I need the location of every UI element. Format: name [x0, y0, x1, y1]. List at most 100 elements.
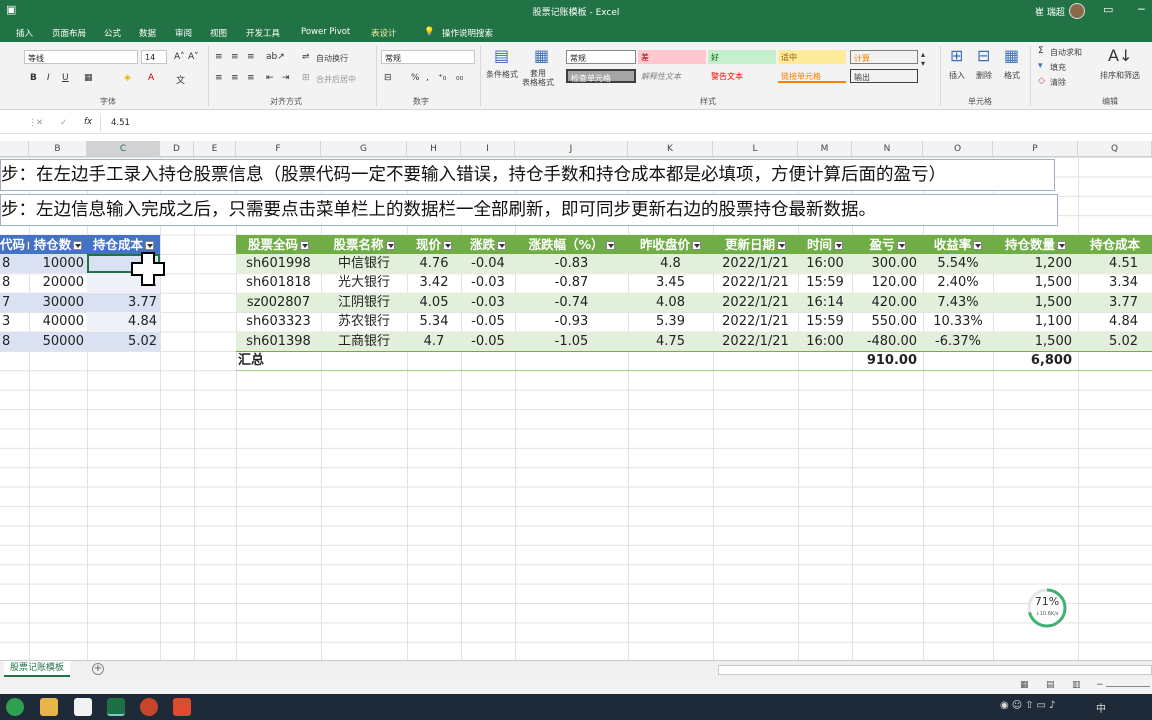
table-cell[interactable]: 40000: [29, 312, 87, 331]
table-cell[interactable]: 1,200: [993, 254, 1078, 273]
header-prev-close[interactable]: 昨收盘价: [628, 235, 713, 254]
table-cell[interactable]: 2022/1/21: [713, 273, 798, 292]
table-cell[interactable]: 8: [0, 254, 29, 273]
table-cell[interactable]: sh601398: [236, 332, 321, 351]
insert-function-icon[interactable]: fx: [84, 117, 92, 127]
header-update-date[interactable]: 更新日期: [713, 235, 798, 254]
table-cell[interactable]: 1,100: [993, 312, 1078, 331]
column-header-a[interactable]: [0, 141, 29, 157]
align-center-icon[interactable]: ≡: [231, 73, 239, 83]
tab-formulas[interactable]: 公式: [104, 27, 121, 39]
table-cell[interactable]: 3.77: [87, 293, 160, 312]
sort-filter-icon[interactable]: A↓: [1108, 46, 1132, 65]
indent-decrease-icon[interactable]: ⇤: [266, 73, 274, 83]
table-cell[interactable]: 4.84: [87, 312, 160, 331]
filter-dropdown-icon[interactable]: [443, 241, 452, 250]
ribbon-display-icon[interactable]: ▭: [1103, 3, 1113, 16]
font-name-select[interactable]: 等线: [24, 50, 138, 64]
style-good[interactable]: 好: [708, 50, 776, 64]
filter-dropdown-icon[interactable]: [605, 241, 615, 250]
number-format-select[interactable]: 常规: [381, 50, 475, 64]
autosum-icon[interactable]: Σ: [1038, 46, 1044, 56]
table-cell[interactable]: 550.00: [852, 312, 923, 331]
style-warning[interactable]: 警告文本: [708, 69, 776, 83]
header-change[interactable]: 涨跌: [461, 235, 515, 254]
table-cell[interactable]: 120.00: [852, 273, 923, 292]
system-tray-icons[interactable]: ◉☺⇧▭♪: [1000, 700, 1058, 711]
style-bad[interactable]: 差: [638, 50, 706, 64]
table-format-label[interactable]: 套用 表格格式: [522, 69, 554, 87]
table-cell[interactable]: 5.02: [1078, 332, 1152, 351]
fill-icon[interactable]: ▾: [1038, 61, 1043, 71]
table-cell[interactable]: 2022/1/21: [713, 254, 798, 273]
column-header-i[interactable]: I: [461, 141, 515, 157]
conditional-format-icon[interactable]: ▤: [494, 46, 509, 65]
column-header-g[interactable]: G: [321, 141, 407, 157]
table-cell[interactable]: 4.75: [628, 332, 713, 351]
start-icon[interactable]: [6, 698, 24, 716]
ime-icon[interactable]: 中: [1096, 700, 1106, 715]
orientation-icon[interactable]: ab↗: [266, 52, 285, 62]
table-cell[interactable]: 工商银行: [321, 332, 407, 351]
bold-icon[interactable]: B: [30, 73, 37, 83]
table-cell[interactable]: -0.93: [515, 312, 628, 331]
table-cell[interactable]: 20000: [29, 273, 87, 292]
table-cell[interactable]: 10000: [29, 254, 87, 273]
table-cell[interactable]: 1,500: [993, 273, 1078, 292]
style-linked-cell[interactable]: 链接单元格: [778, 69, 846, 83]
filter-dropdown-icon[interactable]: [896, 241, 906, 250]
column-header-d[interactable]: D: [160, 141, 194, 157]
normal-view-icon[interactable]: ▦: [1020, 680, 1029, 690]
table-cell[interactable]: 16:00: [798, 254, 852, 273]
increase-decimal-icon[interactable]: ⁺₀: [438, 73, 446, 83]
font-size-select[interactable]: 14: [141, 50, 167, 64]
table-format-icon[interactable]: ▦: [534, 46, 549, 65]
border-icon[interactable]: ▦: [84, 73, 93, 83]
column-header-e[interactable]: E: [194, 141, 236, 157]
header-code[interactable]: 代码: [0, 235, 29, 254]
format-cells-icon[interactable]: ▦: [1004, 46, 1019, 65]
table-cell[interactable]: 江阴银行: [321, 293, 407, 312]
tab-table-design[interactable]: 表设计: [371, 27, 397, 39]
header-pnl[interactable]: 盈亏: [852, 235, 923, 254]
add-sheet-icon[interactable]: +: [92, 663, 104, 675]
table-cell[interactable]: -6.37%: [923, 332, 993, 351]
table-cell[interactable]: 7: [0, 293, 29, 312]
table-cell[interactable]: 50000: [29, 332, 87, 351]
phonetic-icon[interactable]: 文: [176, 73, 185, 86]
table-cell[interactable]: 3.77: [1078, 293, 1152, 312]
delete-cells-icon[interactable]: ⊟: [977, 46, 990, 65]
table-cell[interactable]: 2022/1/21: [713, 312, 798, 331]
filter-dropdown-icon[interactable]: [300, 241, 309, 250]
insert-cells-label[interactable]: 插入: [949, 70, 965, 81]
align-bottom-icon[interactable]: ≡: [247, 52, 255, 62]
style-neutral[interactable]: 适中: [778, 50, 846, 64]
cancel-icon[interactable]: ✕: [36, 118, 43, 128]
comma-icon[interactable]: ,: [426, 73, 429, 83]
font-color-icon[interactable]: A: [148, 73, 154, 83]
decrease-decimal-icon[interactable]: ₀₀: [456, 73, 463, 83]
table-cell[interactable]: 16:00: [798, 332, 852, 351]
table-cell[interactable]: 2.40%: [923, 273, 993, 292]
user-name[interactable]: 崔 瑞超: [1035, 5, 1065, 18]
table-cell[interactable]: -0.74: [515, 293, 628, 312]
total-qty[interactable]: 6,800: [993, 351, 1078, 370]
table-cell[interactable]: 15:59: [798, 312, 852, 331]
italic-icon[interactable]: I: [47, 73, 50, 83]
column-header-o[interactable]: O: [923, 141, 993, 157]
table-cell[interactable]: sh601998: [236, 254, 321, 273]
table-cell[interactable]: 4.84: [1078, 312, 1152, 331]
style-output[interactable]: 输出: [850, 69, 918, 83]
clear-icon[interactable]: ◇: [1038, 76, 1045, 86]
table-cell[interactable]: -0.04: [461, 254, 515, 273]
column-header-q[interactable]: Q: [1078, 141, 1152, 157]
table-cell[interactable]: 1,500: [993, 332, 1078, 351]
tab-data[interactable]: 数据: [139, 27, 156, 39]
cell-grid[interactable]: [0, 157, 1152, 660]
column-header-c[interactable]: C: [87, 141, 160, 157]
table-cell[interactable]: 8: [0, 332, 29, 351]
fill-label[interactable]: 填充: [1050, 62, 1066, 73]
style-normal[interactable]: 常规: [566, 50, 636, 64]
table-cell[interactable]: 3.45: [628, 273, 713, 292]
column-header-l[interactable]: L: [713, 141, 798, 157]
